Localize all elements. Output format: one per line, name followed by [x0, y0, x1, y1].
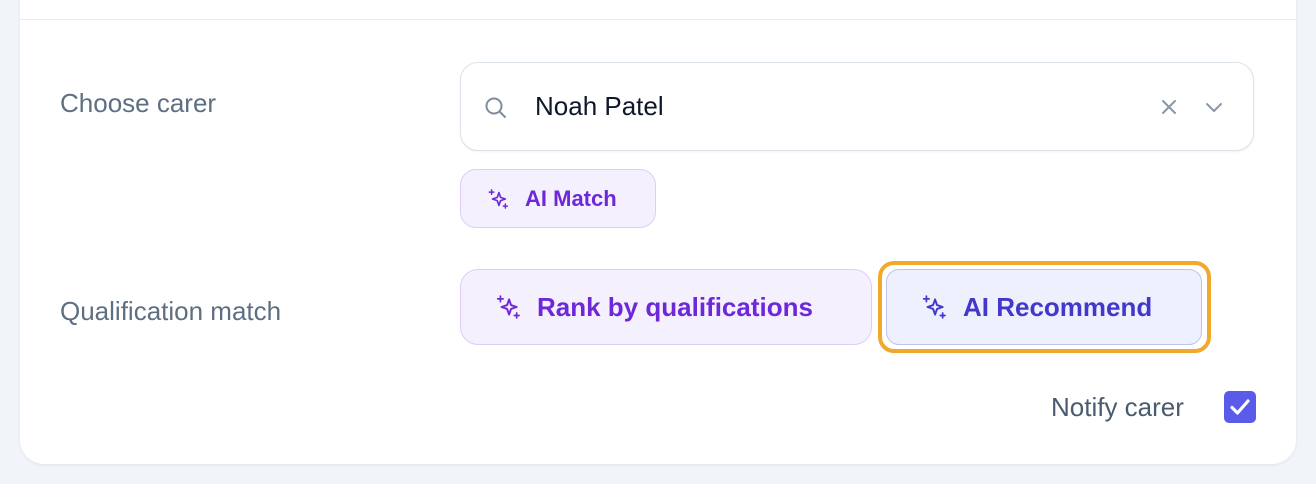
assignment-card: Choose carer Noah Patel AI Match Qualifi… — [20, 0, 1296, 464]
ai-recommend-label: AI Recommend — [963, 291, 1153, 322]
close-icon[interactable] — [1159, 97, 1179, 117]
rank-by-qualifications-label: Rank by qualifications — [537, 291, 813, 322]
checkmark-icon — [1230, 399, 1250, 415]
choose-carer-label: Choose carer — [60, 88, 217, 118]
sparkle-icon — [922, 295, 946, 319]
notify-carer-checkbox[interactable] — [1224, 391, 1256, 423]
ai-match-label: AI Match — [525, 185, 617, 211]
carer-select[interactable]: Noah Patel — [460, 62, 1254, 151]
section-divider — [20, 19, 1296, 20]
sparkle-icon — [496, 295, 520, 319]
carer-select-value: Noah Patel — [535, 91, 664, 121]
chevron-down-icon[interactable] — [1203, 97, 1225, 117]
ai-match-button[interactable]: AI Match — [460, 169, 656, 228]
qualification-match-label: Qualification match — [60, 296, 282, 326]
search-icon — [485, 97, 506, 118]
sparkle-icon — [488, 188, 509, 209]
notify-carer-label: Notify carer — [1051, 392, 1184, 422]
rank-by-qualifications-button[interactable]: Rank by qualifications — [460, 269, 872, 345]
ai-recommend-button[interactable]: AI Recommend — [886, 269, 1202, 345]
